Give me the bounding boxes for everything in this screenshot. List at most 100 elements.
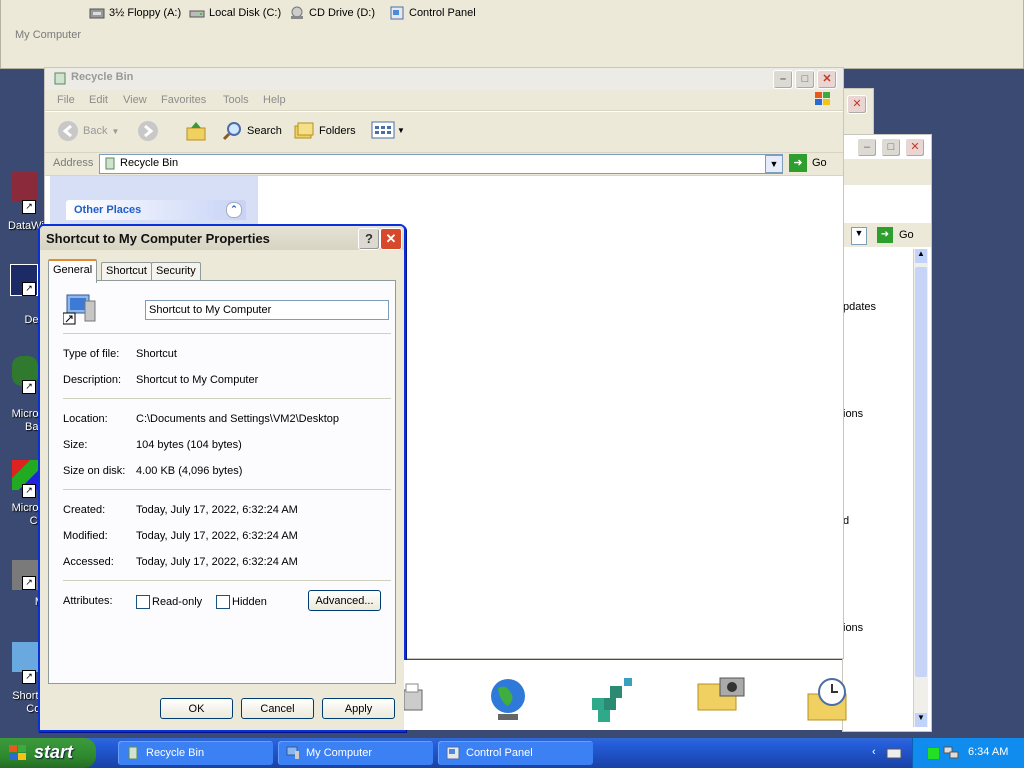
- scroll-up-icon[interactable]: ▲: [915, 249, 927, 263]
- background-window-explorer[interactable]: – □ ✕ ▼ ➜ Go ▲ ▼ pdates ions d ions: [842, 134, 932, 732]
- taskbar-button-control-panel[interactable]: Control Panel: [438, 741, 593, 765]
- keyboard-icon[interactable]: [886, 746, 902, 760]
- tab-general[interactable]: General: [48, 259, 98, 283]
- menu-tools[interactable]: Tools: [223, 94, 249, 106]
- description-label: Description:: [63, 374, 122, 386]
- hidden-label[interactable]: Hidden: [232, 596, 267, 608]
- chevron-down-icon: ▼: [111, 126, 120, 136]
- menu-view[interactable]: View: [123, 94, 147, 106]
- views-button[interactable]: ▼: [371, 120, 405, 140]
- my-computer-icon: [63, 294, 96, 325]
- vertical-scrollbar[interactable]: ▲ ▼: [913, 249, 928, 727]
- folders-icon: [294, 122, 314, 139]
- location-value: C:\Documents and Settings\VM2\Desktop: [136, 413, 339, 425]
- scanner-camera-icon[interactable]: [696, 674, 746, 722]
- dropdown-arrow-icon[interactable]: ▼: [765, 155, 783, 173]
- close-icon[interactable]: ✕: [905, 138, 925, 157]
- shortcut-arrow-icon: ↗: [22, 200, 36, 214]
- taskbar-button-recycle-bin[interactable]: Recycle Bin: [118, 741, 273, 765]
- forward-arrow-icon[interactable]: [137, 120, 159, 142]
- maximize-icon[interactable]: □: [881, 138, 901, 157]
- chevron-down-icon: ▼: [397, 125, 405, 135]
- back-button[interactable]: Back ▼: [57, 120, 119, 142]
- other-places-header[interactable]: Other Places ⌃: [66, 200, 246, 220]
- address-input[interactable]: Recycle Bin: [99, 154, 783, 174]
- description-value: Shortcut to My Computer: [136, 374, 259, 386]
- control-panel-icon: [446, 746, 460, 760]
- menu-edit[interactable]: Edit: [89, 94, 108, 106]
- desktop-icon-datawi[interactable]: ↗ DataWi: [0, 172, 44, 232]
- go-button[interactable]: Go: [812, 157, 827, 169]
- folder-item-label[interactable]: ions: [843, 622, 863, 634]
- properties-dialog[interactable]: Shortcut to My Computer Properties ? ✕ G…: [38, 224, 406, 732]
- printer-icon[interactable]: [404, 676, 424, 720]
- hidden-checkbox[interactable]: [216, 595, 230, 609]
- back-label: Back: [83, 125, 108, 137]
- close-icon[interactable]: ✕: [380, 228, 402, 250]
- readonly-label[interactable]: Read-only: [152, 596, 202, 608]
- clock[interactable]: 6:34 AM: [968, 746, 1008, 758]
- minimize-icon[interactable]: –: [773, 70, 793, 89]
- tab-security[interactable]: Security: [151, 262, 201, 281]
- menu-bar: [843, 159, 931, 185]
- modified-label: Modified:: [63, 530, 108, 542]
- window-titlebar[interactable]: Recycle Bin – □ ✕: [45, 68, 843, 90]
- size-label: Size:: [63, 439, 88, 451]
- globe-icon[interactable]: [488, 676, 528, 724]
- dropdown-arrow-icon[interactable]: ▼: [851, 227, 867, 245]
- drive-item-floppy[interactable]: 3½ Floppy (A:): [89, 6, 181, 20]
- folder-item-label[interactable]: ions: [843, 408, 863, 420]
- tab-shortcut[interactable]: Shortcut: [101, 262, 152, 281]
- hard-disk-icon: [189, 10, 205, 18]
- close-icon[interactable]: ✕: [817, 70, 837, 89]
- collapse-icon[interactable]: ⌃: [226, 202, 242, 218]
- scheduled-tasks-icon[interactable]: [806, 676, 850, 722]
- network-icon[interactable]: [943, 744, 959, 760]
- shortcut-arrow-icon: ↗: [22, 576, 36, 590]
- drive-label: CD Drive (D:): [309, 7, 375, 19]
- advanced-button[interactable]: Advanced...: [308, 590, 381, 611]
- button-label: OK: [188, 703, 205, 715]
- tray-collapse-icon[interactable]: ‹: [872, 746, 876, 758]
- folders-button[interactable]: Folders: [293, 120, 356, 142]
- help-icon[interactable]: ?: [358, 228, 380, 250]
- address-bar: Address Recycle Bin ▼ ➜ Go: [45, 153, 843, 176]
- dialog-titlebar[interactable]: Shortcut to My Computer Properties ? ✕: [40, 226, 404, 250]
- taskbar-button-my-computer[interactable]: My Computer: [278, 741, 433, 765]
- go-button[interactable]: Go: [899, 229, 914, 241]
- menu-file[interactable]: File: [57, 94, 75, 106]
- drive-item-cd[interactable]: CD Drive (D:): [289, 6, 375, 20]
- ok-button[interactable]: OK: [160, 698, 233, 719]
- maximize-icon[interactable]: □: [795, 70, 815, 89]
- back-arrow-icon: [58, 121, 78, 141]
- divider: [63, 333, 391, 334]
- task-label: My Computer: [306, 747, 373, 759]
- address-bar: ▼ ➜ Go: [843, 223, 931, 247]
- menu-help[interactable]: Help: [263, 94, 286, 106]
- go-arrow-icon[interactable]: ➜: [789, 154, 807, 172]
- attributes-label: Attributes:: [63, 595, 113, 607]
- search-button[interactable]: Search: [221, 120, 282, 142]
- folders-label: Folders: [319, 125, 356, 137]
- scroll-down-icon[interactable]: ▼: [915, 713, 927, 727]
- name-field[interactable]: Shortcut to My Computer: [145, 300, 389, 320]
- type-value: Shortcut: [136, 348, 177, 360]
- start-button[interactable]: start: [0, 738, 96, 768]
- up-folder-icon[interactable]: [185, 120, 207, 142]
- folder-item-label[interactable]: pdates: [843, 301, 876, 313]
- size-on-disk-label: Size on disk:: [63, 465, 126, 477]
- divider: [63, 398, 391, 399]
- network-blocks-icon[interactable]: [588, 674, 640, 726]
- scroll-thumb[interactable]: [915, 267, 927, 677]
- status-indicator-icon[interactable]: [927, 747, 940, 760]
- minimize-icon[interactable]: –: [857, 138, 877, 157]
- drive-item-control-panel[interactable]: Control Panel: [389, 6, 476, 20]
- apply-button[interactable]: Apply: [322, 698, 395, 719]
- cancel-button[interactable]: Cancel: [241, 698, 314, 719]
- windows-logo-icon: [9, 745, 26, 760]
- close-icon[interactable]: ✕: [847, 95, 867, 114]
- drive-item-local-disk[interactable]: Local Disk (C:): [189, 6, 281, 20]
- readonly-checkbox[interactable]: [136, 595, 150, 609]
- divider: [63, 489, 391, 490]
- menu-favorites[interactable]: Favorites: [161, 94, 206, 106]
